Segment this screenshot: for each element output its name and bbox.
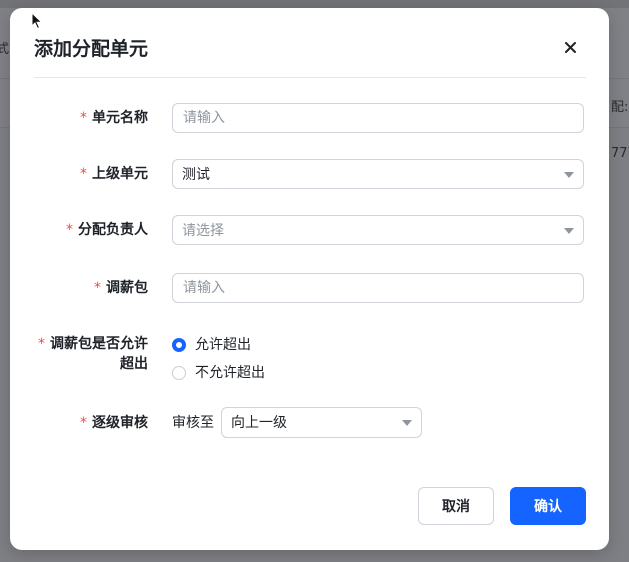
unit-name-field: [172, 103, 584, 133]
label-text: 分配负责人: [78, 222, 148, 238]
backdrop-top-strip: [0, 0, 629, 8]
required-mark: *: [80, 166, 87, 182]
required-mark: *: [80, 415, 87, 431]
backdrop-text: 式: [0, 42, 10, 57]
caret-down-icon: [564, 228, 574, 234]
radio-label: 允许超出: [195, 337, 251, 353]
parent-unit-value: 测试: [182, 167, 210, 183]
assignee-label: * 分配负责人: [66, 220, 148, 240]
label-text: 单元名称: [92, 110, 148, 126]
radio-not-allow-exceed[interactable]: 不允许超出: [172, 363, 265, 383]
salary-package-field: [172, 273, 584, 303]
radio-checked-icon: [172, 338, 186, 352]
radio-allow-exceed[interactable]: 允许超出: [172, 335, 251, 355]
label-text: 逐级审核: [92, 415, 148, 431]
label-text: 调薪包是否允许: [50, 336, 148, 352]
cancel-button[interactable]: 取消: [418, 487, 494, 525]
unit-name-label: * 单元名称: [80, 108, 148, 128]
radio-unchecked-icon: [172, 366, 186, 380]
approval-level-select[interactable]: 向上一级: [221, 407, 422, 438]
title-divider: [34, 77, 586, 78]
close-icon: [564, 41, 576, 53]
approval-label: * 逐级审核: [80, 413, 148, 433]
dialog-title: 添加分配单元: [34, 38, 149, 60]
label-text: 调薪包: [106, 280, 148, 296]
caret-down-icon: [402, 420, 412, 426]
required-mark: *: [66, 222, 73, 238]
required-mark: *: [38, 336, 45, 352]
assignee-select[interactable]: 请选择: [172, 215, 584, 245]
salary-package-label: * 调薪包: [94, 278, 148, 298]
add-unit-dialog: 添加分配单元 * 单元名称 * 上级单元 测试 * 分配负责人 请选择 * 调薪包 * 调…: [10, 8, 609, 550]
backdrop-text: 配:: [611, 100, 629, 115]
confirm-button[interactable]: 确认: [510, 487, 586, 525]
mouse-cursor-icon: [31, 12, 43, 30]
backdrop-text: 777: [611, 146, 629, 161]
caret-down-icon: [564, 172, 574, 178]
parent-unit-select[interactable]: 测试: [172, 159, 584, 189]
close-button[interactable]: [559, 36, 581, 58]
label-line: * 调薪包是否允许: [38, 334, 148, 354]
required-mark: *: [94, 280, 101, 296]
required-mark: *: [80, 110, 87, 126]
parent-unit-label: * 上级单元: [80, 164, 148, 184]
label-line: 超出: [120, 356, 148, 372]
unit-name-input[interactable]: [173, 104, 583, 132]
label-text: 上级单元: [92, 166, 148, 182]
salary-package-input[interactable]: [173, 274, 583, 302]
allow-exceed-label: * 调薪包是否允许 超出: [38, 334, 148, 374]
radio-label: 不允许超出: [195, 365, 265, 381]
approval-level-value: 向上一级: [231, 415, 287, 431]
approval-prefix: 审核至: [172, 415, 214, 431]
assignee-placeholder: 请选择: [182, 223, 224, 239]
